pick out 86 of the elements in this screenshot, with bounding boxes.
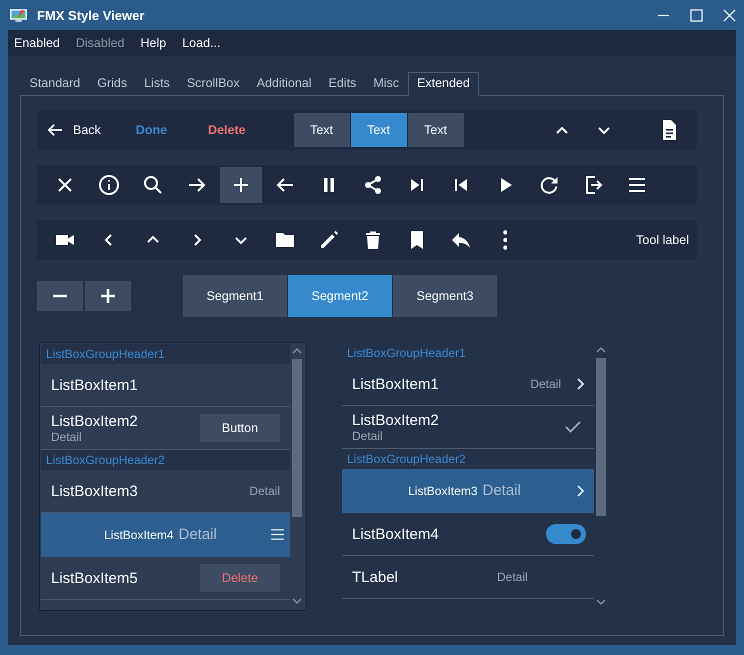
tool-label: Tool label (636, 233, 689, 247)
item-title: ListBoxItem4 (104, 528, 174, 542)
item-detail: Detail (51, 430, 83, 444)
list-item[interactable]: ListBoxItem1 (41, 364, 290, 407)
list-item[interactable]: ListBoxItem5 Delete (41, 557, 290, 600)
increment-button[interactable] (85, 281, 131, 311)
list-button[interactable]: Button (200, 414, 280, 442)
list-item[interactable]: ListBoxItem3 Detail (342, 469, 594, 513)
scroll-down-icon[interactable] (292, 598, 302, 604)
refresh-icon (539, 175, 559, 195)
back-button[interactable]: Back (47, 115, 101, 145)
group-header: ListBoxGroupHeader1 (41, 344, 290, 364)
maximize-icon[interactable] (690, 8, 703, 22)
window-title: FMX Style Viewer (37, 8, 144, 22)
scroll-down-icon[interactable] (596, 599, 606, 605)
close-icon[interactable] (723, 8, 736, 22)
item-detail: Detail (249, 484, 280, 498)
segment-button[interactable]: Segment1 (183, 275, 287, 317)
chevron-right-icon (577, 484, 584, 496)
group-header: ListBoxGroupHeader2 (346, 451, 467, 468)
chevron-down-icon[interactable] (598, 126, 610, 134)
app-icon (10, 8, 27, 22)
tab[interactable]: Extended (408, 72, 480, 96)
segment-button[interactable]: Segment3 (393, 275, 497, 317)
list-item[interactable]: ListBoxItem4 (342, 513, 594, 556)
menu-item[interactable]: Enabled (14, 36, 60, 50)
toggle-switch[interactable] (546, 524, 586, 544)
item-title: TLabel (352, 568, 399, 586)
delete-button[interactable]: Delete (208, 115, 246, 145)
scroll-up-icon[interactable] (596, 347, 606, 353)
arrow-left-icon (47, 123, 63, 137)
item-title: ListBoxItem5 (51, 570, 138, 586)
item-detail: Detail (178, 526, 217, 543)
info-icon (99, 175, 119, 195)
minus-icon (53, 294, 67, 298)
decrement-button[interactable] (37, 281, 83, 311)
item-detail: Detail (352, 428, 384, 442)
tab[interactable]: Additional (248, 72, 320, 95)
document-icon[interactable] (662, 119, 677, 141)
plus-button[interactable] (220, 167, 262, 203)
tab[interactable]: Edits (320, 72, 365, 95)
trash-icon (363, 230, 383, 250)
item-title: ListBoxItem3 (408, 484, 478, 498)
list-item[interactable]: ListBoxItem2 Detail Button (41, 407, 290, 450)
tab[interactable]: ScrollBox (178, 72, 248, 95)
item-detail: Detail (482, 482, 521, 499)
item-title: ListBoxItem2 (51, 412, 138, 430)
item-title: ListBoxItem3 (51, 482, 138, 500)
plus-icon (231, 175, 251, 195)
plus-icon (101, 289, 115, 303)
menu-item[interactable]: Load... (182, 36, 220, 50)
item-detail: Detail (497, 570, 528, 584)
list-item[interactable]: ListBoxItem4 Detail (41, 513, 290, 557)
scrollbar-thumb[interactable] (596, 358, 606, 516)
item-title: ListBoxItem1 (51, 376, 138, 394)
search-icon (143, 175, 163, 195)
tab[interactable]: Misc (364, 72, 408, 95)
segment-button[interactable]: Text (350, 113, 407, 147)
tab[interactable]: Grids (88, 72, 136, 95)
share-icon (363, 175, 383, 195)
tab[interactable]: Lists (136, 72, 178, 95)
menu-icon (627, 175, 647, 195)
chevron-up-icon[interactable] (556, 126, 568, 134)
more-icon (502, 230, 508, 250)
scroll-up-icon[interactable] (292, 348, 302, 354)
done-button[interactable]: Done (136, 115, 168, 145)
list-item[interactable]: TLabel Detail (342, 556, 594, 599)
exit-icon (583, 175, 603, 195)
segment-button[interactable]: Text (294, 113, 350, 147)
menu-icon[interactable] (270, 529, 285, 540)
item-detail: Detail (530, 377, 561, 391)
segment-button[interactable]: Segment2 (288, 275, 392, 317)
segment-button[interactable]: Text (408, 113, 464, 147)
item-title: ListBoxItem4 (352, 526, 439, 542)
list-item[interactable]: ListBoxItem2 Detail (342, 406, 594, 449)
chevron-right-icon (577, 378, 584, 390)
item-title: ListBoxItem2 (352, 412, 439, 428)
list-item[interactable]: ListBoxItem1 Detail (342, 363, 594, 406)
group-header: ListBoxGroupHeader1 (346, 345, 467, 362)
pencil-icon (319, 230, 339, 250)
item-title: ListBoxItem1 (352, 376, 439, 392)
group-header: ListBoxGroupHeader2 (41, 450, 290, 470)
folder-icon (275, 230, 295, 250)
tab[interactable]: Standard (21, 72, 89, 95)
menu-item[interactable]: Help (140, 36, 166, 50)
scrollbar-thumb[interactable] (292, 359, 302, 517)
